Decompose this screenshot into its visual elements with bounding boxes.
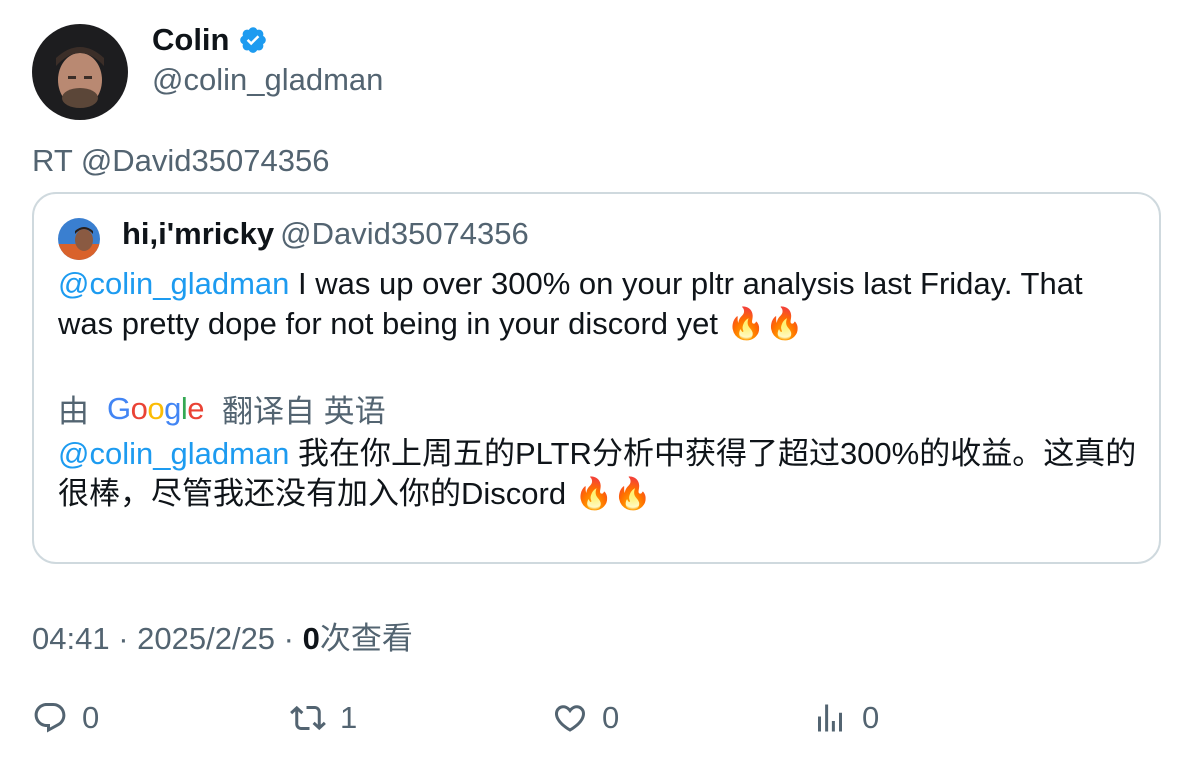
- translated-mention-link[interactable]: @colin_gladman: [58, 436, 289, 471]
- meta-separator: ·: [275, 621, 303, 656]
- reply-icon: [34, 703, 66, 733]
- action-bar: 0 1 0 0: [0, 700, 1196, 740]
- like-button[interactable]: 0: [552, 700, 619, 736]
- tweet-date[interactable]: 2025/2/25: [137, 621, 275, 656]
- author-name[interactable]: Colin: [152, 22, 230, 58]
- meta-separator: ·: [109, 621, 138, 656]
- translate-prefix: 由: [58, 394, 89, 429]
- reply-count: 0: [82, 700, 100, 735]
- quoted-author-handle[interactable]: @David35074356: [280, 216, 529, 251]
- views-count: 0: [302, 621, 320, 656]
- google-logo: Google: [107, 390, 205, 426]
- retweet-icon: [290, 705, 326, 731]
- verified-icon: [239, 27, 266, 53]
- like-icon: [554, 705, 586, 732]
- views-icon: [818, 704, 842, 732]
- mention-link[interactable]: @colin_gladman: [58, 266, 289, 301]
- translation-attribution: 由 Google 翻译自 英语: [58, 386, 386, 431]
- quoted-tweet-text: @colin_gladman I was up over 300% on you…: [58, 264, 1138, 344]
- views-action-count: 0: [862, 700, 880, 735]
- like-count: 0: [602, 700, 620, 735]
- tweet-meta: 04:41 · 2025/2/25 · 0次查看: [32, 613, 413, 658]
- retweet-button[interactable]: 1: [290, 700, 357, 736]
- author-handle[interactable]: @colin_gladman: [152, 62, 383, 98]
- translated-text: @colin_gladman 我在你上周五的PLTR分析中获得了超过300%的收…: [58, 434, 1138, 514]
- views-button[interactable]: 0: [812, 700, 879, 736]
- quoted-tweet-card[interactable]: hi,i'mricky @David35074356 @colin_gladman…: [32, 192, 1161, 564]
- retweet-label: RT @David35074356: [32, 143, 330, 178]
- author-avatar[interactable]: [32, 24, 128, 120]
- quoted-author-name[interactable]: hi,i'mricky: [122, 216, 274, 251]
- reply-button[interactable]: 0: [32, 700, 99, 736]
- quoted-author-avatar[interactable]: [58, 218, 100, 260]
- views-label: 次查看: [319, 621, 413, 656]
- tweet-time[interactable]: 04:41: [32, 621, 110, 656]
- retweet-count: 1: [340, 700, 358, 735]
- translate-suffix[interactable]: 翻译自 英语: [222, 386, 386, 431]
